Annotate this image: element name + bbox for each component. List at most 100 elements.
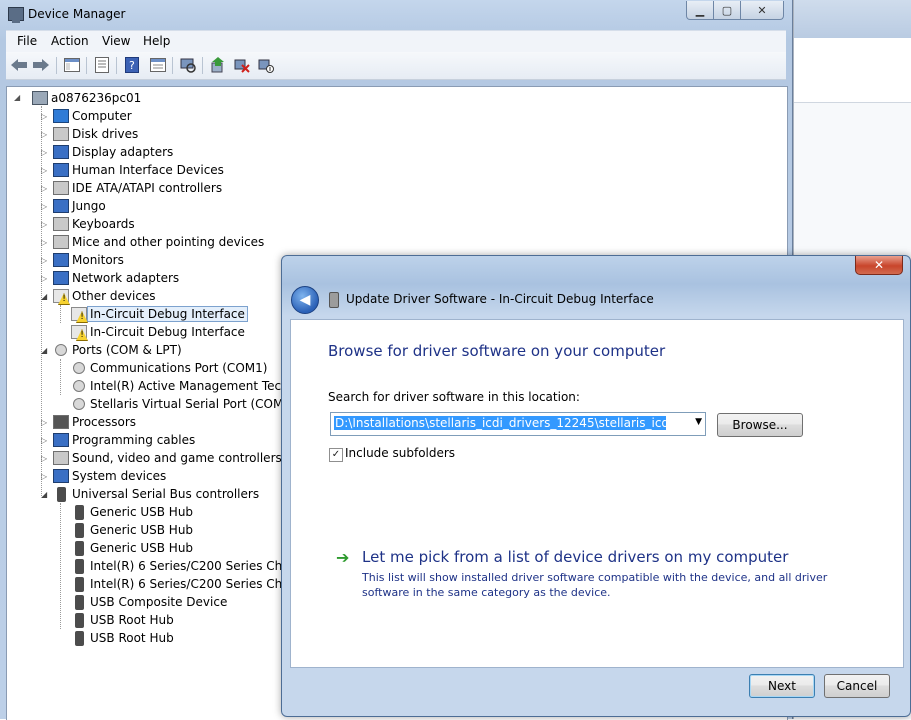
back-button[interactable] xyxy=(10,56,28,74)
tree-device-com1[interactable]: Communications Port (COM1) xyxy=(71,359,267,377)
expand-icon[interactable]: ▷ xyxy=(41,238,53,247)
update-driver-dialog: ✕ ◀ Update Driver Software - In-Circuit … xyxy=(281,255,911,717)
cancel-button[interactable]: Cancel xyxy=(824,674,890,698)
tree-category-computer[interactable]: ▷ Computer xyxy=(41,107,132,125)
tree-category-hid[interactable]: ▷ Human Interface Devices xyxy=(41,161,224,179)
toolbar-separator xyxy=(202,57,203,74)
close-icon: ✕ xyxy=(873,258,885,272)
uninstall-button[interactable] xyxy=(233,56,251,74)
tree-category-mice[interactable]: ▷ Mice and other pointing devices xyxy=(41,233,264,251)
background-window-titlebar xyxy=(794,0,911,38)
collapse-icon[interactable]: ◢ xyxy=(41,292,53,301)
collapse-icon[interactable]: ◢ xyxy=(41,490,53,499)
green-arrow-icon[interactable]: ➔ xyxy=(336,548,349,567)
tree-device-usb-hub[interactable]: Generic USB Hub xyxy=(71,539,193,557)
menu-view[interactable]: View xyxy=(102,34,130,48)
tree-category-processors[interactable]: ▷ Processors xyxy=(41,413,136,431)
pick-from-list-link[interactable]: Let me pick from a list of device driver… xyxy=(362,548,788,566)
tree-device-stellaris-com8[interactable]: Stellaris Virtual Serial Port (COM8) xyxy=(71,395,296,413)
tree-device-usb-hub[interactable]: Generic USB Hub xyxy=(71,503,193,521)
next-button-label: Next xyxy=(768,679,796,693)
back-arrow-icon: ◀ xyxy=(299,292,311,308)
next-button[interactable]: Next xyxy=(749,674,815,698)
back-button[interactable]: ◀ xyxy=(291,286,319,314)
expand-icon[interactable]: ▷ xyxy=(41,436,53,445)
tree-device-usb-hub[interactable]: Generic USB Hub xyxy=(71,521,193,539)
tree-category-label: Sound, video and game controllers xyxy=(72,451,282,465)
tree-root[interactable]: ◢ a0876236pc01 xyxy=(14,89,141,107)
view-button[interactable] xyxy=(149,56,167,74)
toolbar-separator xyxy=(172,57,173,74)
tree-device-in-circuit-debug-2[interactable]: In-Circuit Debug Interface xyxy=(71,323,245,341)
cancel-button-label: Cancel xyxy=(836,679,878,693)
tree-category-disk-drives[interactable]: ▷ Disk drives xyxy=(41,125,138,143)
update-driver-button[interactable] xyxy=(209,56,227,74)
include-subfolders-label[interactable]: Include subfolders xyxy=(345,446,455,460)
expand-icon[interactable]: ▷ xyxy=(41,418,53,427)
collapse-icon[interactable]: ◢ xyxy=(14,89,26,107)
expand-icon[interactable]: ▷ xyxy=(41,454,53,463)
expand-icon[interactable]: ▷ xyxy=(41,220,53,229)
tree-category-ide[interactable]: ▷ IDE ATA/ATAPI controllers xyxy=(41,179,222,197)
expand-icon[interactable]: ▷ xyxy=(41,256,53,265)
scan-hardware-button[interactable] xyxy=(179,56,197,74)
tree-category-usb[interactable]: ◢ Universal Serial Bus controllers xyxy=(41,485,259,503)
usb-icon xyxy=(75,558,84,574)
driver-path-value[interactable]: D:\Installations\stellaris_icdi_drivers_… xyxy=(334,416,666,430)
tree-category-keyboards[interactable]: ▷ Keyboards xyxy=(41,215,135,233)
close-button[interactable]: ✕ xyxy=(740,1,784,20)
tree-category-programming-cables[interactable]: ▷ Programming cables xyxy=(41,431,195,449)
tree-category-network-adapters[interactable]: ▷ Network adapters xyxy=(41,269,179,287)
browse-button[interactable]: Browse... xyxy=(717,413,803,437)
tree-device-usb-root-hub[interactable]: USB Root Hub xyxy=(71,611,174,629)
keyboard-icon xyxy=(53,217,69,231)
dropdown-arrow-icon[interactable]: ▼ xyxy=(695,417,702,427)
tree-category-sound[interactable]: ▷ Sound, video and game controllers xyxy=(41,449,282,467)
show-hide-console-tree-button[interactable] xyxy=(63,56,81,74)
tree-category-label: Network adapters xyxy=(72,271,180,285)
disable-device-button[interactable] xyxy=(257,56,275,74)
menu-action[interactable]: Action xyxy=(51,34,89,48)
monitor-icon xyxy=(53,253,69,267)
background-window-pane xyxy=(794,38,911,103)
expand-icon[interactable]: ▷ xyxy=(41,148,53,157)
menu-file[interactable]: File xyxy=(17,34,37,48)
menu-help[interactable]: Help xyxy=(143,34,170,48)
forward-button[interactable] xyxy=(32,56,50,74)
maximize-button[interactable]: ▢ xyxy=(713,1,741,20)
expand-icon[interactable]: ▷ xyxy=(41,472,53,481)
expand-icon[interactable]: ▷ xyxy=(41,274,53,283)
usb-icon xyxy=(75,630,84,646)
dialog-close-button[interactable]: ✕ xyxy=(855,256,903,275)
expand-icon[interactable]: ▷ xyxy=(41,184,53,193)
tree-device-usb-composite[interactable]: USB Composite Device xyxy=(71,593,227,611)
usb-icon xyxy=(75,576,84,592)
usb-icon xyxy=(75,540,84,556)
pick-from-list-description: This list will show installed driver sof… xyxy=(362,571,828,599)
svg-text:?: ? xyxy=(129,59,135,72)
tree-category-monitors[interactable]: ▷ Monitors xyxy=(41,251,124,269)
expand-icon[interactable]: ▷ xyxy=(41,112,53,121)
disk-icon xyxy=(53,127,69,141)
tree-category-jungo[interactable]: ▷ Jungo xyxy=(41,197,106,215)
port-icon xyxy=(73,380,85,392)
tree-category-label: Keyboards xyxy=(72,217,135,231)
include-subfolders-checkbox[interactable]: ✓ xyxy=(329,448,343,462)
tree-category-ports[interactable]: ◢ Ports (COM & LPT) xyxy=(41,341,182,359)
help-icon: ? xyxy=(125,57,139,73)
help-button[interactable]: ? xyxy=(123,56,141,74)
expand-icon[interactable]: ▷ xyxy=(41,202,53,211)
tree-category-display-adapters[interactable]: ▷ Display adapters xyxy=(41,143,173,161)
usb-icon xyxy=(75,522,84,538)
tree-category-system-devices[interactable]: ▷ System devices xyxy=(41,467,166,485)
unknown-device-icon xyxy=(53,289,69,303)
collapse-icon[interactable]: ◢ xyxy=(41,346,53,355)
expand-icon[interactable]: ▷ xyxy=(41,166,53,175)
minimize-button[interactable]: ▁ xyxy=(686,1,714,20)
tree-device-in-circuit-debug-1[interactable]: In-Circuit Debug Interface xyxy=(71,305,248,323)
tree-category-other-devices[interactable]: ◢ Other devices xyxy=(41,287,156,305)
properties-button[interactable] xyxy=(93,56,111,74)
driver-path-combobox[interactable]: D:\Installations\stellaris_icdi_drivers_… xyxy=(330,412,706,436)
expand-icon[interactable]: ▷ xyxy=(41,130,53,139)
tree-device-usb-root-hub[interactable]: USB Root Hub xyxy=(71,629,174,647)
